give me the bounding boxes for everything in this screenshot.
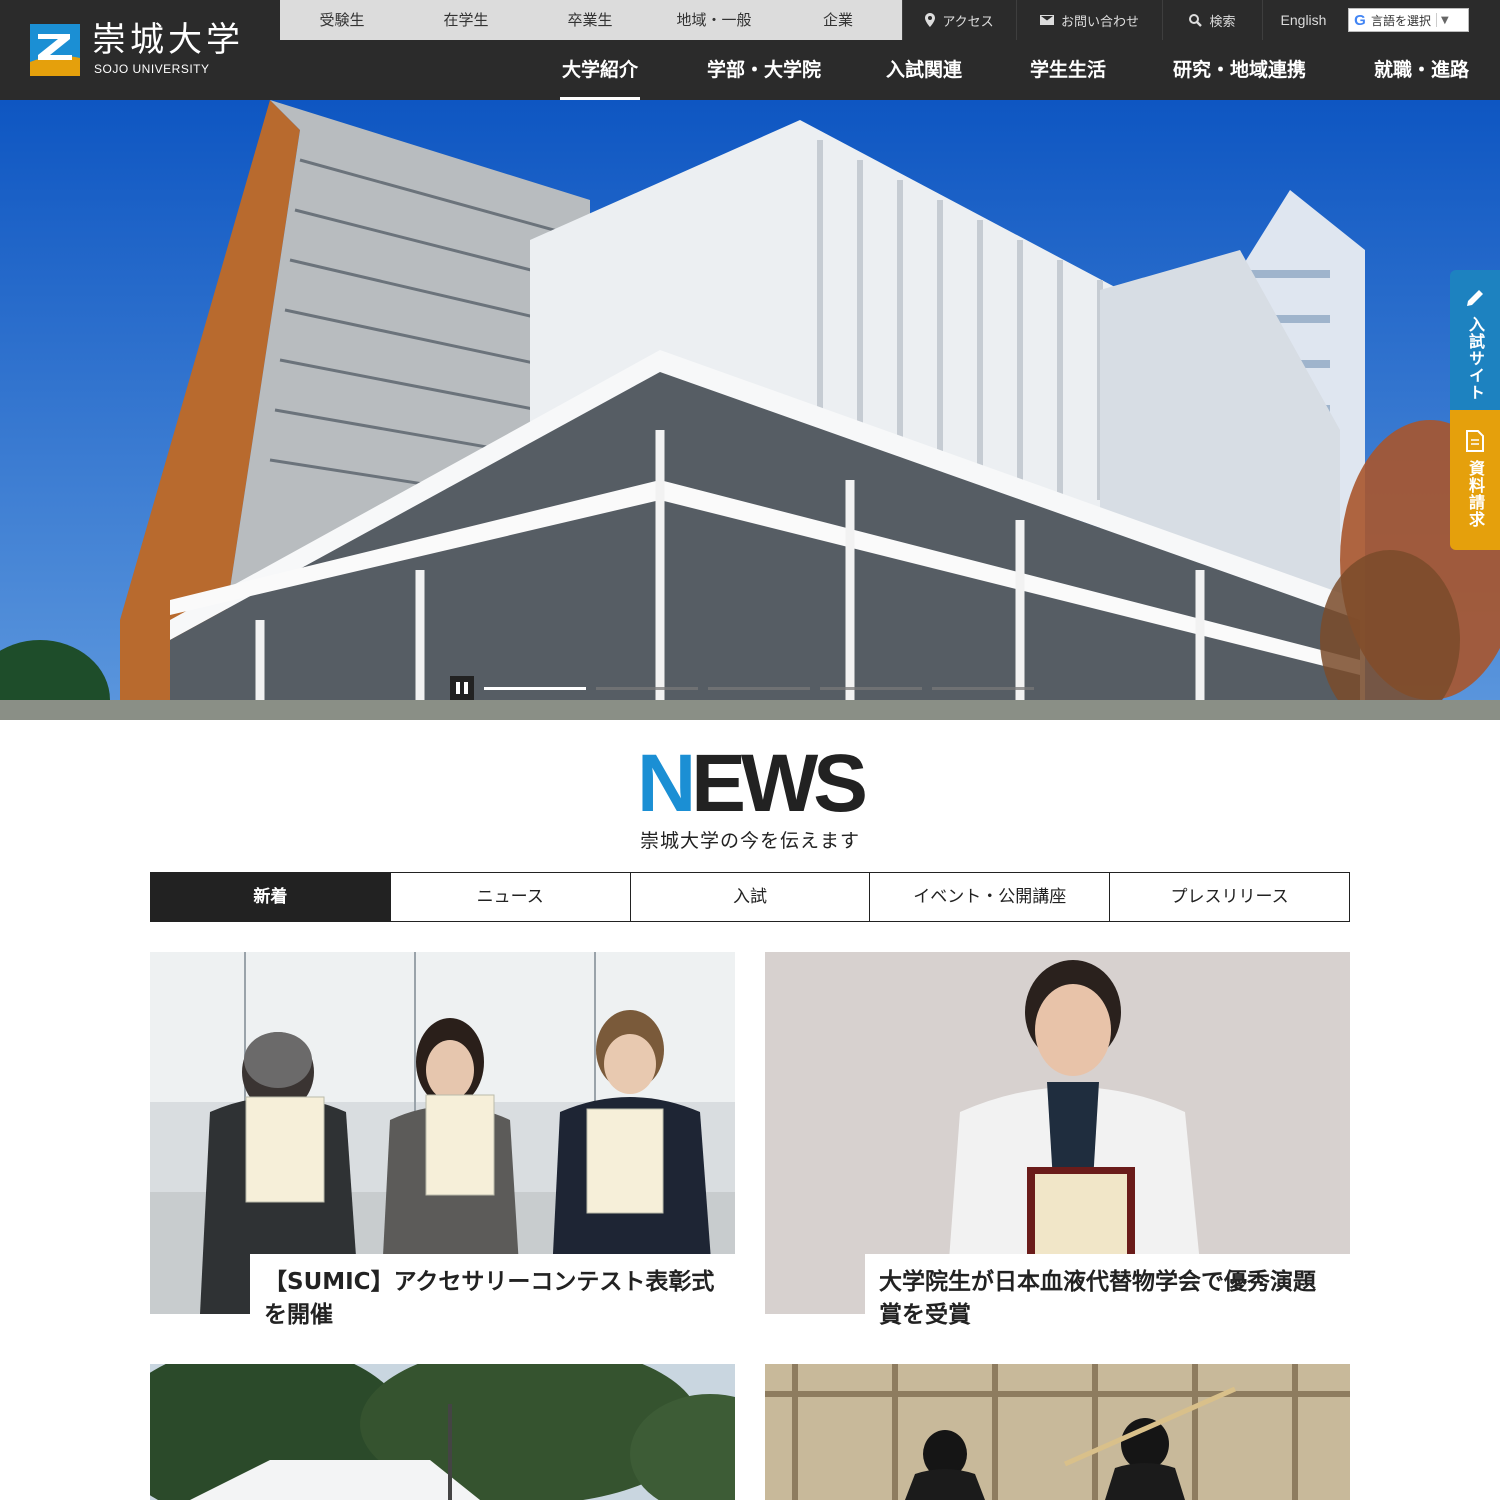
news-card[interactable]: 【SUMIC】アクセサリーコンテスト表彰式を開催 [150, 952, 735, 1342]
news-heading: NEWS 崇城大学の今を伝えます [0, 742, 1500, 853]
news-subtitle: 崇城大学の今を伝えます [639, 830, 860, 852]
news-tabs: 新着 ニュース 入試 イベント・公開講座 プレスリリース [150, 872, 1350, 922]
audience-link-companies[interactable]: 企業 [776, 0, 900, 40]
logo-text-jp: 崇城大学 [92, 20, 244, 60]
hero-campus-image [0, 100, 1500, 720]
site-header: 崇城大学 SOJO UNIVERSITY 受験生 在学生 卒業生 地域・一般 企… [0, 0, 1500, 100]
pin-icon [925, 13, 936, 27]
contact-label: お問い合わせ [1060, 14, 1139, 30]
english-link[interactable]: English [1262, 0, 1344, 40]
news-title: NEWS [0, 742, 1500, 826]
news-title-rest: EWS [691, 738, 868, 829]
pause-icon [456, 682, 460, 694]
exam-site-label: 入試サイト [1466, 316, 1485, 401]
audience-link-community[interactable]: 地域・一般 [652, 0, 776, 40]
pencil-icon [1467, 290, 1483, 306]
search-link[interactable]: 検索 [1162, 0, 1262, 40]
news-card[interactable] [150, 1364, 735, 1500]
search-label: 検索 [1209, 14, 1236, 30]
hero-slideshow [0, 100, 1500, 720]
search-icon [1189, 13, 1203, 27]
nav-research[interactable]: 研究・地域連携 [1173, 40, 1306, 100]
language-select-label: 言語を選択 [1371, 13, 1432, 28]
request-materials-tab[interactable]: 資料請求 [1450, 410, 1500, 550]
site-logo[interactable]: 崇城大学 SOJO UNIVERSITY [30, 20, 260, 80]
audience-link-alumni[interactable]: 卒業生 [528, 0, 652, 40]
mail-icon [1039, 15, 1054, 25]
access-link[interactable]: アクセス [902, 0, 1016, 40]
audience-bar: 受験生 在学生 卒業生 地域・一般 企業 [280, 0, 902, 40]
nav-admissions[interactable]: 入試関連 [886, 40, 962, 100]
tab-admissions[interactable]: 入試 [629, 873, 870, 921]
nav-student-life[interactable]: 学生生活 [1030, 40, 1106, 100]
exam-site-tab[interactable]: 入試サイト [1450, 270, 1500, 410]
news-card-title: 【SUMIC】アクセサリーコンテスト表彰式を開催 [250, 1254, 735, 1342]
audience-link-students[interactable]: 在学生 [404, 0, 528, 40]
news-card-image [150, 1364, 735, 1500]
slide-indicator-1[interactable] [484, 686, 586, 690]
tab-news[interactable]: ニュース [389, 873, 630, 921]
audience-link-applicants[interactable]: 受験生 [280, 0, 404, 40]
logo-text-en: SOJO UNIVERSITY [94, 62, 210, 76]
tab-press[interactable]: プレスリリース [1109, 873, 1349, 921]
main-nav: 大学紹介 学部・大学院 入試関連 学生生活 研究・地域連携 就職・進路 [530, 40, 1500, 100]
google-g-icon: G [1354, 11, 1366, 29]
logo-mark-icon [30, 24, 80, 76]
news-title-first-letter: N [636, 738, 696, 829]
tab-events[interactable]: イベント・公開講座 [869, 873, 1110, 921]
document-icon [1466, 430, 1484, 452]
nav-faculties[interactable]: 学部・大学院 [707, 40, 821, 100]
chevron-down-icon: ▼ [1441, 14, 1449, 26]
news-card[interactable] [765, 1364, 1350, 1500]
pause-icon-bar [464, 682, 468, 694]
slide-indicator-2[interactable] [596, 686, 698, 690]
slide-indicator-3[interactable] [708, 686, 810, 690]
pause-button[interactable] [450, 676, 474, 700]
nav-about[interactable]: 大学紹介 [559, 40, 641, 100]
slide-indicator-4[interactable] [820, 686, 922, 690]
access-label: アクセス [942, 14, 994, 30]
news-card[interactable]: 大学院生が日本血液代替物学会で優秀演題賞を受賞 [765, 952, 1350, 1342]
contact-link[interactable]: お問い合わせ [1016, 0, 1162, 40]
language-select-divider [1436, 13, 1438, 27]
tab-latest[interactable]: 新着 [151, 873, 390, 921]
nav-career[interactable]: 就職・進路 [1374, 40, 1469, 100]
request-materials-label: 資料請求 [1466, 460, 1485, 528]
news-card-title: 大学院生が日本血液代替物学会で優秀演題賞を受賞 [865, 1254, 1350, 1342]
news-card-image [765, 1364, 1350, 1500]
language-select[interactable]: G 言語を選択 ▼ [1348, 8, 1469, 32]
slider-controls [450, 676, 1034, 700]
slide-indicator-5[interactable] [932, 686, 1034, 690]
